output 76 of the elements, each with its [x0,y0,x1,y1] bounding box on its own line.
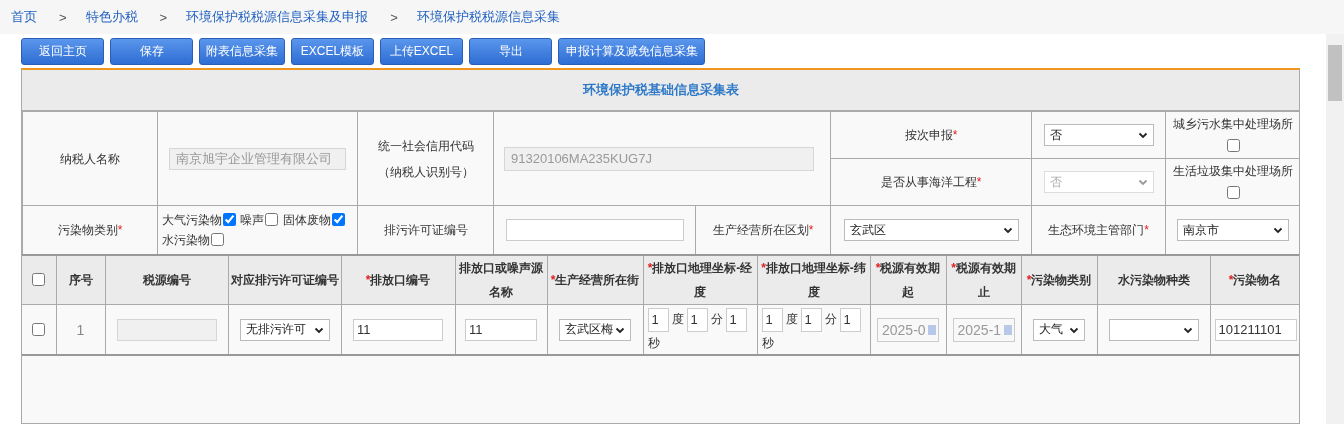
chevron-icon [1002,225,1013,235]
checkbox-label: 水污染物 [162,233,210,247]
column-header: 水污染物种类 [1097,256,1210,305]
breadcrumb-separator: > [390,9,398,25]
spin-icon [928,324,936,335]
toolbar-button[interactable]: 申报计算及减免信息采集 [558,38,705,65]
table-input-field[interactable]: 11 [465,318,537,341]
breadcrumb-separator: > [159,9,168,25]
column-header: 排放口或噪声源名称 [455,256,547,305]
column-header: *排放口地理坐标-经度 [643,256,757,305]
per-declaration-select[interactable]: 否 [1043,124,1154,146]
coordinate-field[interactable]: 1 [761,307,783,332]
unit-label: 度 [785,311,798,328]
coordinate-field[interactable]: 1 [725,307,747,332]
column-header: *排放口编号 [341,256,455,305]
coordinate-field[interactable]: 1 [686,307,708,332]
column-header: 对应排污许可证编号 [228,256,341,305]
checkbox[interactable] [211,233,224,246]
field-label: 按次申报* [830,111,1032,159]
column-header: 序号 [56,256,105,305]
checkbox[interactable] [223,213,236,226]
toolbar-button[interactable]: 上传EXCEL [380,38,463,65]
column-header: *生产经营所在街 [547,256,643,305]
scrollbar-thumb[interactable] [1328,45,1342,101]
checkbox[interactable] [32,322,46,336]
row-number: 1 [56,304,105,355]
field-label: 纳税人名称 [22,111,158,206]
toolbar-button[interactable]: EXCEL模板 [291,38,374,65]
spin-icon [1003,324,1012,335]
checkbox-label: 城乡污水集中处理场所 [1173,116,1293,133]
breadcrumb-link[interactable]: 环境保护税税源信息采集 [416,8,560,26]
table-input-field[interactable]: 11 [353,318,443,341]
breadcrumb-link[interactable]: 首页 [11,8,37,26]
coordinate-field[interactable]: 1 [647,307,669,332]
breadcrumb-link[interactable]: 特色办税 [85,8,138,26]
unit-label: 分 [710,311,723,328]
chevron-icon [1273,225,1283,235]
checkbox[interactable] [1226,186,1240,199]
checkbox[interactable] [265,213,279,226]
column-header: *污染物类别 [1021,256,1097,305]
table-select[interactable]: 无排污许可 [239,318,330,341]
form-title: 环境保护税基础信息采集表 [22,70,1299,111]
column-header: *税源有效期止 [946,256,1021,305]
coordinate-field[interactable]: 1 [839,307,861,332]
department-select[interactable]: 南京市 [1177,219,1289,241]
table-input-field[interactable]: 101211101 [1214,318,1297,341]
chevron-icon [1137,130,1148,140]
table-select[interactable]: 玄武区梅 [559,318,631,341]
checkbox[interactable] [331,213,345,226]
toolbar-button[interactable]: 保存 [110,38,193,65]
breadcrumb-link[interactable]: 环境保护税税源信息采集及申报 [186,8,369,26]
unit-label: 秒 [761,334,774,352]
checkbox-label: 噪声 [240,213,265,227]
chevron-icon [1137,177,1148,187]
checkbox[interactable] [1226,139,1240,152]
checkbox-label: 固体废物 [282,213,331,227]
field-label: 统一社会信用代码 （纳税人识别号） [357,111,494,206]
column-header: *污染物名 [1210,256,1299,305]
permit-number-field[interactable] [505,219,684,241]
coordinate-field[interactable]: 1 [800,307,822,332]
column-header: *税源有效期起 [870,256,946,305]
checkbox-label: 大气污染物 [162,213,222,227]
unit-label: 度 [671,311,684,328]
toolbar-button[interactable]: 附表信息采集 [199,38,285,65]
field-label: 是否从事海洋工程* [830,158,1032,206]
column-header: *排放口地理坐标-纬度 [757,256,870,305]
breadcrumb-separator: > [59,9,67,25]
unit-label: 秒 [647,334,660,352]
toolbar-button[interactable]: 导出 [469,38,552,65]
checkbox[interactable] [32,273,46,286]
toolbar-button[interactable]: 返回主页 [21,38,104,65]
column-header: 税源编号 [105,256,228,305]
checkbox-label: 生活垃圾集中处理场所 [1173,163,1293,180]
table-select[interactable]: 大气 [1033,318,1085,341]
unit-label: 分 [824,311,837,328]
district-select[interactable]: 玄武区 [843,219,1019,241]
